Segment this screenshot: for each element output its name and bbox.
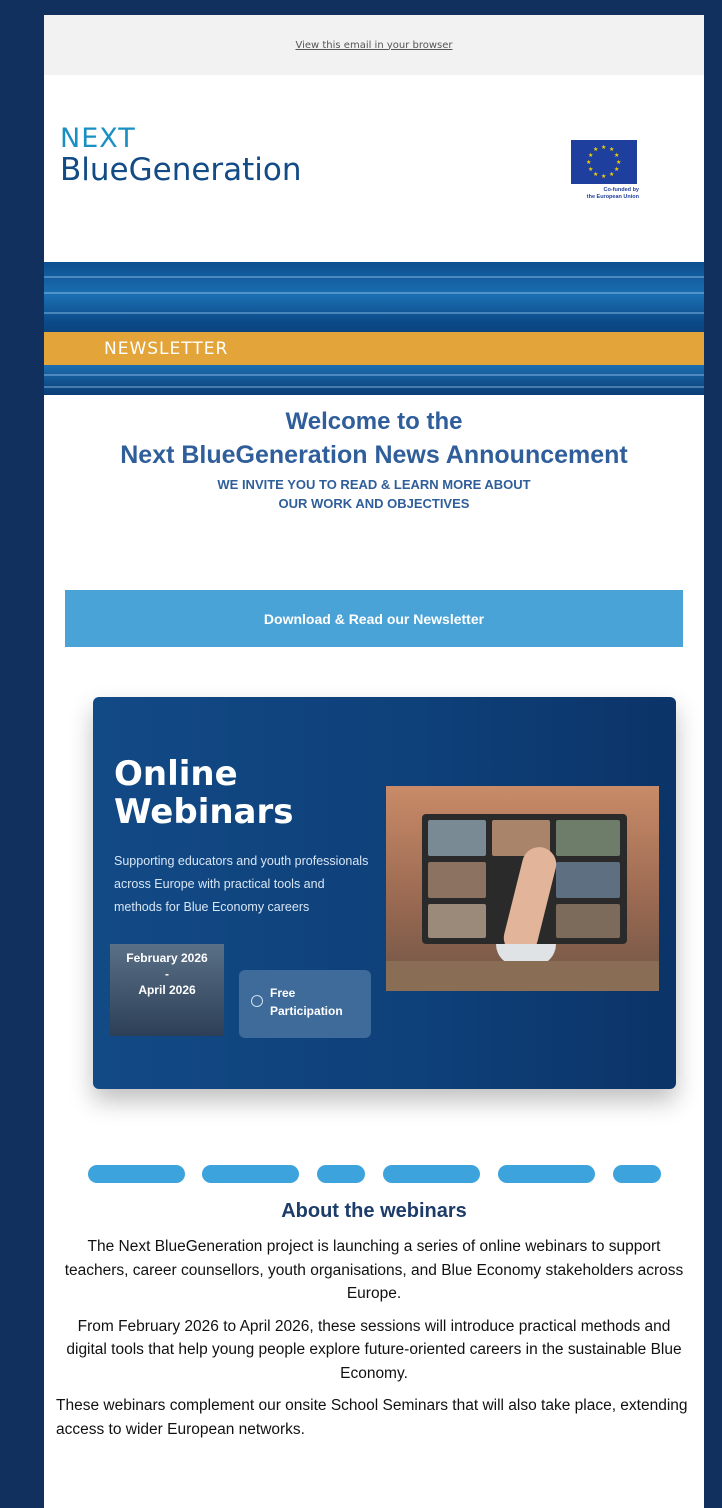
eu-label-line2: the European Union xyxy=(586,194,639,200)
webinar-promo-card[interactable]: Online Webinars Supporting educators and… xyxy=(93,697,676,1089)
desk xyxy=(386,961,659,991)
welcome-section: Welcome to the Next BlueGeneration News … xyxy=(44,405,704,513)
logo-line-bluegeneration: BlueGeneration xyxy=(60,152,302,188)
download-newsletter-button[interactable]: Download & Read our Newsletter xyxy=(65,590,683,647)
newsletter-label: NEWSLETTER xyxy=(104,339,229,359)
date-end: April 2026 xyxy=(138,983,196,997)
date-start: February 2026 xyxy=(126,951,208,965)
about-paragraph-2: From February 2026 to April 2026, these … xyxy=(66,1317,682,1382)
free-label-line2: Participation xyxy=(270,1004,343,1018)
eu-flag-icon: ★ ★ ★ ★ ★ ★ ★ ★ ★ ★ ★ ★ xyxy=(571,140,637,184)
free-label-line1: Free xyxy=(270,986,296,1000)
date-separator: - xyxy=(165,967,169,981)
video-call-photo xyxy=(386,786,659,991)
sea-banner: NEWSLETTER xyxy=(44,262,704,395)
welcome-title-line1: Welcome to the xyxy=(285,408,463,435)
welcome-title-line2: Next BlueGeneration News Announcement xyxy=(120,441,628,469)
about-heading: About the webinars xyxy=(281,1200,467,1222)
eu-label-line1: Co-funded by xyxy=(603,187,639,193)
webinar-description: Supporting educators and youth professio… xyxy=(114,854,369,914)
free-participation-badge: Free Participation xyxy=(239,970,371,1038)
welcome-subtitle-line1: WE INVITE YOU TO READ & LEARN MORE ABOUT xyxy=(217,477,531,492)
about-paragraph-1: The Next BlueGeneration project is launc… xyxy=(64,1238,684,1302)
welcome-subtitle-line2: OUR WORK AND OBJECTIVES xyxy=(278,496,470,511)
check-circle-icon xyxy=(251,995,263,1007)
about-section: About the webinars The Next BlueGenerati… xyxy=(44,1200,704,1450)
webinar-dates-badge: February 2026 - April 2026 xyxy=(110,944,224,1036)
newsletter-band: NEWSLETTER xyxy=(44,332,704,365)
about-paragraph-3: These webinars complement our onsite Sch… xyxy=(56,1397,688,1438)
view-in-browser-link[interactable]: View this email in your browser xyxy=(295,40,452,51)
webinar-title-line1: Online xyxy=(114,754,238,794)
webinar-title-line2: Webinars xyxy=(114,792,294,832)
eu-cofunded-logo: ★ ★ ★ ★ ★ ★ ★ ★ ★ ★ ★ ★ Co-funded by the… xyxy=(571,140,639,201)
logo-line-next: NEXT xyxy=(60,123,136,154)
topbar: View this email in your browser xyxy=(44,15,704,75)
